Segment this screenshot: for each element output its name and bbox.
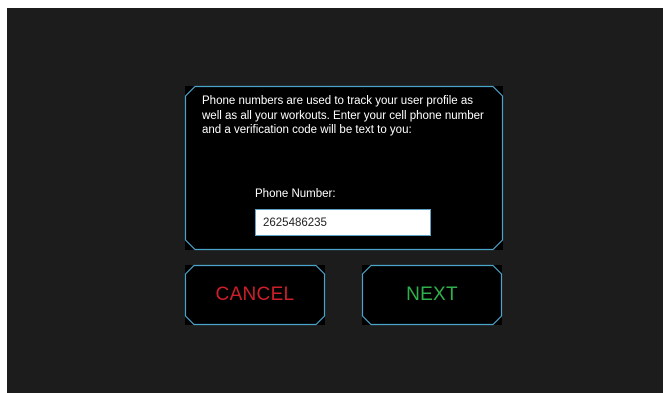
phone-number-label: Phone Number: — [255, 188, 336, 200]
cancel-button[interactable]: CANCEL — [184, 264, 326, 326]
cancel-button-label: CANCEL — [215, 284, 295, 305]
dialog-message: Phone numbers are used to track your use… — [202, 95, 484, 136]
phone-number-input[interactable] — [255, 209, 431, 236]
next-button-label: NEXT — [406, 284, 458, 305]
next-button[interactable]: NEXT — [361, 264, 503, 326]
phone-dialog-panel: Phone numbers are used to track your use… — [184, 85, 504, 251]
